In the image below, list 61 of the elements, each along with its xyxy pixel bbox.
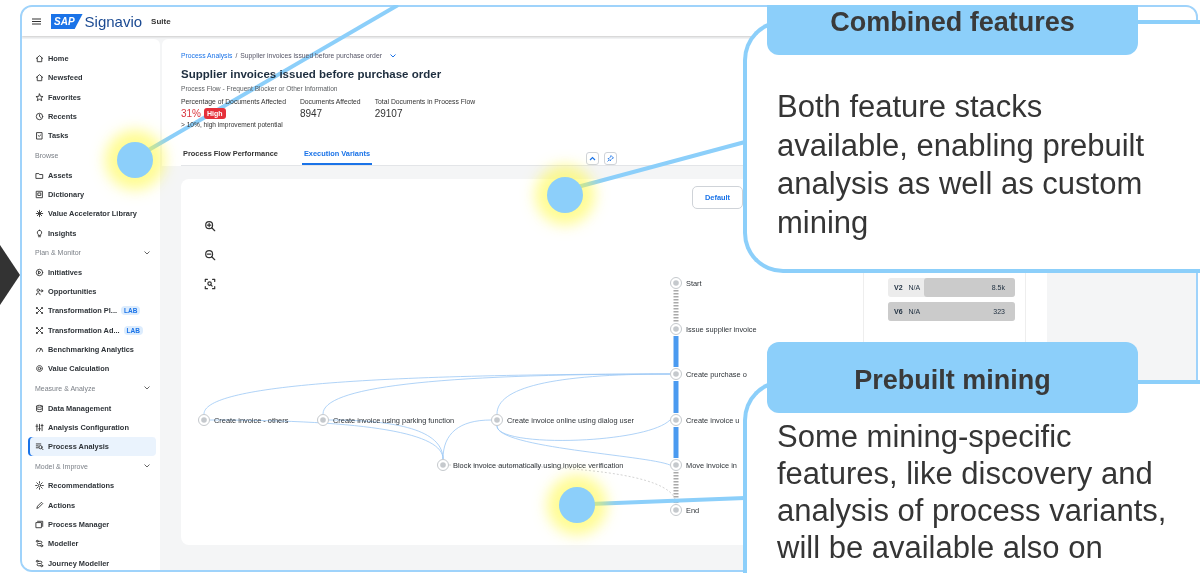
clock-icon (35, 112, 44, 122)
activity-node[interactable] (317, 414, 329, 426)
activity-node[interactable] (670, 504, 682, 516)
edition-label: Suite (151, 17, 171, 26)
sun-icon (35, 481, 44, 491)
metric-value: 31% (181, 108, 201, 119)
collapse-button[interactable] (586, 152, 599, 165)
activity-node[interactable] (198, 414, 210, 426)
callout-title: Prebuilt mining (767, 342, 1138, 413)
gear-icon (35, 364, 44, 374)
activity-node[interactable] (491, 414, 503, 426)
pin-button[interactable] (604, 152, 617, 165)
chevron-down-icon[interactable] (389, 53, 396, 58)
activity-node[interactable] (437, 459, 449, 471)
asterisk-icon (35, 209, 44, 219)
menu-icon[interactable] (32, 18, 41, 25)
callout-title: Combined features (767, 5, 1138, 55)
book-icon (35, 189, 44, 199)
metric-value: 29107 (374, 108, 403, 119)
chevron-icon[interactable] (144, 464, 150, 469)
nodes-icon (35, 539, 44, 549)
zoom-in-icon[interactable] (204, 220, 216, 232)
cross-icon (35, 325, 44, 335)
sap-logo: SAP (51, 14, 83, 29)
layers-icon (35, 520, 44, 530)
document-search-icon (35, 442, 44, 452)
activity-node[interactable] (670, 459, 682, 471)
database-icon (35, 403, 44, 413)
flow-connector (673, 381, 679, 413)
sliders-icon (35, 422, 44, 432)
pin-icon (607, 155, 614, 162)
pencil-icon (35, 500, 44, 510)
play-circle-icon (35, 267, 44, 277)
home-icon (35, 54, 44, 64)
activity-node[interactable] (670, 414, 682, 426)
lightbulb-icon (35, 228, 44, 238)
product-name: Signavio (84, 13, 143, 30)
flow-connector (673, 427, 679, 458)
chevron-icon[interactable] (144, 386, 150, 391)
flow-connector (673, 290, 679, 322)
callout-text: Some mining-specific features, like discovery and analysis of process variants, will be available also on (777, 418, 1168, 566)
triangle-pointer-icon (0, 245, 20, 305)
chevron-up-icon (589, 155, 596, 162)
zoom-out-icon[interactable] (204, 249, 216, 261)
gauge-icon (35, 345, 44, 354)
home-icon (35, 73, 44, 83)
fit-view-icon[interactable] (204, 278, 216, 290)
people-icon (35, 287, 44, 297)
flow-connector (673, 336, 679, 367)
chevron-icon[interactable] (144, 250, 150, 255)
page-title: Supplier invoices issued before purchase order (181, 68, 443, 80)
star-icon (35, 92, 44, 102)
nodes-icon (35, 558, 44, 568)
metric-value: 8947 (299, 108, 323, 119)
cross-icon (35, 306, 44, 316)
callout-text: Both feature stacks available, enabling prebuilt analysis as well as custom mining (777, 88, 1146, 242)
activity-node[interactable] (670, 368, 682, 380)
clipboard-icon (35, 131, 44, 141)
activity-node[interactable] (670, 323, 682, 335)
activity-node[interactable] (670, 277, 682, 289)
folder-icon (35, 170, 44, 180)
